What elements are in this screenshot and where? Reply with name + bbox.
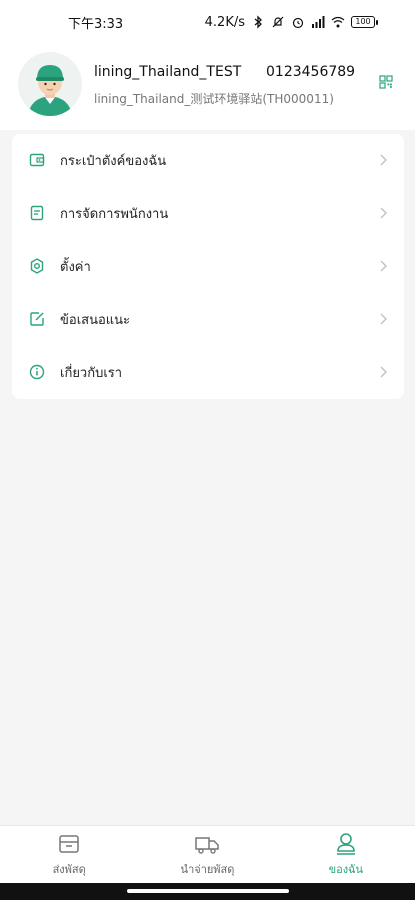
menu-item-about-us[interactable]: เกี่ยวกับเรา	[12, 346, 404, 399]
username: lining_Thailand_TEST	[94, 64, 242, 80]
chevron-right-icon	[380, 260, 387, 272]
menu-item-settings[interactable]: ตั้งค่า	[12, 240, 404, 293]
nav-label: นำจ่ายพัสดุ	[180, 862, 235, 876]
info-icon	[29, 364, 45, 380]
alarm-icon	[292, 17, 304, 29]
feedback-edit-icon	[30, 312, 44, 326]
status-right: 4.2K/s 100	[204, 14, 378, 30]
status-bar: 下午3:33 4.2K/s 100	[0, 0, 415, 44]
menu-item-label: ข้อเสนอแนะ	[60, 313, 131, 328]
phone-number: 0123456789	[266, 64, 356, 80]
menu-item-label: การจัดการพนักงาน	[60, 207, 169, 222]
chevron-right-icon	[380, 207, 387, 219]
wifi-icon	[331, 16, 345, 28]
wallet-icon	[29, 153, 45, 167]
gesture-bar	[0, 883, 415, 900]
avatar[interactable]	[18, 52, 82, 116]
delivery-truck-icon	[195, 836, 220, 854]
menu-card: กระเป๋าตังค์ของฉัน การจัดการพนักงาน ตั้ง…	[12, 134, 404, 399]
menu-item-label: ตั้งค่า	[60, 260, 91, 275]
menu-item-wallet[interactable]: กระเป๋าตังค์ของฉัน	[12, 134, 404, 187]
chevron-right-icon	[380, 366, 387, 378]
nav-label: ของฉัน	[328, 862, 364, 876]
signal-icon	[312, 16, 325, 28]
courier-avatar-icon	[18, 52, 82, 116]
battery-icon: 100	[351, 16, 378, 28]
qr-code-icon[interactable]	[379, 75, 393, 89]
staff-document-icon	[30, 205, 44, 221]
chevron-right-icon	[380, 313, 387, 325]
parcel-box-icon	[59, 834, 79, 853]
menu-item-label: เกี่ยวกับเรา	[60, 366, 123, 381]
station-name: lining_Thailand_测试环境驿站(TH000011)	[94, 92, 334, 106]
menu-item-staff-management[interactable]: การจัดการพนักงาน	[12, 187, 404, 240]
nav-tab-mine[interactable]: ของฉัน	[277, 826, 415, 883]
network-speed: 4.2K/s	[204, 14, 245, 30]
menu-item-label: กระเป๋าตังค์ของฉัน	[60, 154, 167, 169]
home-indicator[interactable]	[127, 889, 289, 893]
nav-tab-deliver-parcel[interactable]: นำจ่ายพัสดุ	[138, 826, 276, 883]
battery-level: 100	[355, 17, 371, 26]
status-time: 下午3:33	[68, 16, 124, 32]
nav-label: ส่งพัสดุ	[52, 862, 86, 876]
bluetooth-icon	[254, 15, 262, 29]
chevron-right-icon	[380, 154, 387, 166]
mute-bell-icon	[272, 16, 284, 28]
profile-person-icon	[336, 832, 355, 855]
profile-header: lining_Thailand_TEST 0123456789 lining_T…	[0, 44, 415, 130]
bottom-nav: ส่งพัสดุ นำจ่ายพัสดุ ของฉัน	[0, 825, 415, 883]
menu-item-feedback[interactable]: ข้อเสนอแนะ	[12, 293, 404, 346]
nav-tab-send-parcel[interactable]: ส่งพัสดุ	[0, 826, 138, 883]
settings-icon	[30, 258, 44, 274]
